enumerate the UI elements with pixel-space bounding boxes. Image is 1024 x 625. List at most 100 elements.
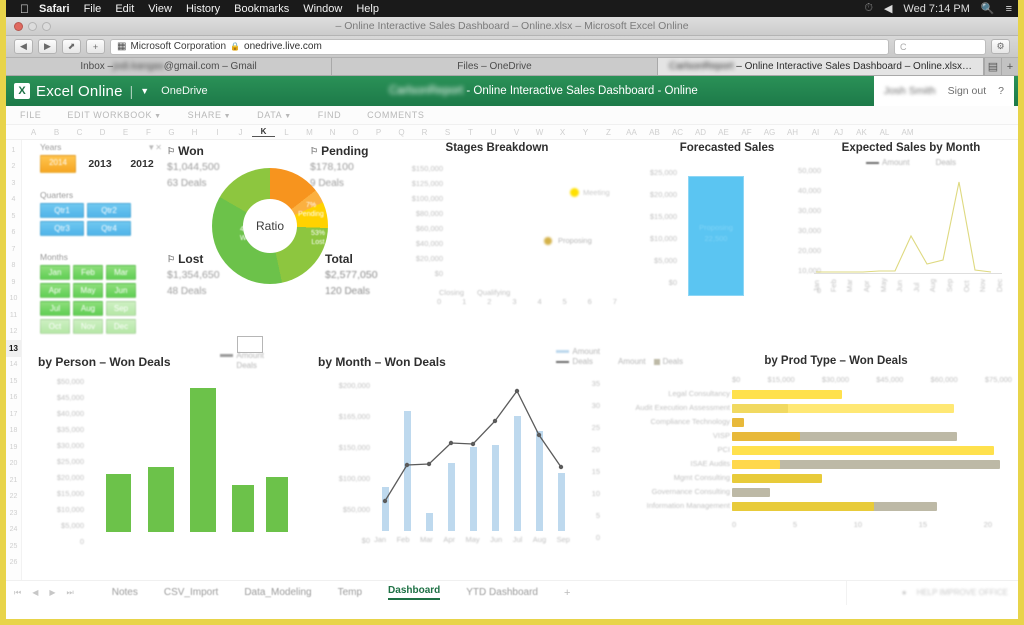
add-sheet-button[interactable]: + xyxy=(564,587,570,599)
share-icon[interactable]: ⬈ xyxy=(62,39,81,54)
slicer-month-jan[interactable]: Jan xyxy=(40,265,70,280)
slicer-qtr4[interactable]: Qtr4 xyxy=(87,221,131,236)
slicer-year-2013[interactable]: 2013 xyxy=(82,155,118,173)
sheet-nav-buttons[interactable]: ⏮ ◀ ▶ ⏭ xyxy=(14,588,74,598)
bar-person-1[interactable] xyxy=(106,474,131,532)
row-13-selected[interactable]: 13 xyxy=(6,340,21,357)
col-G[interactable]: G xyxy=(160,128,183,137)
slicer-month-aug[interactable]: Aug xyxy=(73,301,103,316)
col-X[interactable]: X xyxy=(551,128,574,137)
bar-amount-mgmt[interactable] xyxy=(732,474,822,483)
spotlight-search-icon[interactable]: 🔍 xyxy=(981,2,995,15)
row-18[interactable]: 18 xyxy=(6,423,21,440)
col-E[interactable]: E xyxy=(114,128,137,137)
row-19[interactable]: 19 xyxy=(6,439,21,456)
row-14[interactable]: 14 xyxy=(6,357,21,374)
bar-person-2[interactable] xyxy=(148,467,174,532)
apple-menu-icon[interactable]:  xyxy=(20,2,29,16)
first-sheet-icon[interactable]: ⏮ xyxy=(14,588,21,598)
slicer-month-nov[interactable]: Nov xyxy=(73,319,103,334)
slicer-qtr3[interactable]: Qtr3 xyxy=(40,221,84,236)
sheet-tab-temp[interactable]: Temp xyxy=(338,587,362,598)
col-AE[interactable]: AE xyxy=(712,128,735,137)
col-W[interactable]: W xyxy=(528,128,551,137)
next-sheet-icon[interactable]: ▶ xyxy=(49,588,55,598)
col-Z[interactable]: Z xyxy=(597,128,620,137)
chart-forecasted-sales[interactable]: Forecasted Sales $25,000 $20,000 $15,000… xyxy=(637,142,821,317)
menu-safari[interactable]: Safari xyxy=(39,3,70,15)
slicer-month-feb[interactable]: Feb xyxy=(73,265,103,280)
search-input[interactable]: C xyxy=(894,38,986,55)
menu-file[interactable]: File xyxy=(84,3,102,15)
forward-button[interactable]: ▶ xyxy=(38,39,57,54)
row-9[interactable]: 9 xyxy=(6,274,21,291)
window-traffic-lights[interactable] xyxy=(14,21,51,31)
slicer-year-2014[interactable]: 2014 xyxy=(40,155,76,173)
menu-edit[interactable]: Edit xyxy=(115,3,134,15)
col-J[interactable]: J xyxy=(229,128,252,137)
slicer-qtr2[interactable]: Qtr2 xyxy=(87,203,131,218)
sheet-tab-ytd-dashboard[interactable]: YTD Dashboard xyxy=(466,587,538,598)
slicer-quarters[interactable]: Quarters Qtr1 Qtr2 Qtr3 Qtr4 xyxy=(40,190,144,236)
col-Y[interactable]: Y xyxy=(574,128,597,137)
ribbon-tab-data[interactable]: DATA ▼ xyxy=(257,110,292,120)
row-15[interactable]: 15 xyxy=(6,373,21,390)
col-AL[interactable]: AL xyxy=(873,128,896,137)
new-tab-button[interactable]: + xyxy=(86,39,105,54)
help-improve-office-link[interactable]: HELP IMPROVE OFFICE xyxy=(917,588,1008,597)
bar-person-5[interactable] xyxy=(266,477,288,532)
col-P[interactable]: P xyxy=(367,128,390,137)
row-6[interactable]: 6 xyxy=(6,225,21,242)
row-20[interactable]: 20 xyxy=(6,456,21,473)
minimize-icon[interactable] xyxy=(28,21,37,31)
col-AF[interactable]: AF xyxy=(735,128,758,137)
row-24[interactable]: 24 xyxy=(6,522,21,539)
ribbon-tab-comments[interactable]: COMMENTS xyxy=(367,110,424,120)
slicer-month-sep[interactable]: Sep xyxy=(106,301,136,316)
col-AG[interactable]: AG xyxy=(758,128,781,137)
last-sheet-icon[interactable]: ⏭ xyxy=(67,588,74,598)
col-AB[interactable]: AB xyxy=(643,128,666,137)
row-8[interactable]: 8 xyxy=(6,258,21,275)
volume-icon[interactable]: ◀ xyxy=(884,2,892,15)
bar-deals-governance[interactable] xyxy=(732,488,770,497)
chart-stages-breakdown[interactable]: Stages Breakdown $150,000 $125,000 $100,… xyxy=(377,142,617,317)
col-O[interactable]: O xyxy=(344,128,367,137)
menu-bookmarks[interactable]: Bookmarks xyxy=(234,3,289,15)
row-10[interactable]: 10 xyxy=(6,291,21,308)
time-machine-icon[interactable]: ⏱ xyxy=(864,2,873,15)
col-M[interactable]: M xyxy=(298,128,321,137)
slicer-months[interactable]: Months Jan Feb Mar Apr May Jun Jul Aug S… xyxy=(40,252,144,334)
col-B[interactable]: B xyxy=(45,128,68,137)
notification-center-icon[interactable]: ≡ xyxy=(1006,3,1012,15)
row-23[interactable]: 23 xyxy=(6,505,21,522)
bar-amount-isae[interactable] xyxy=(732,460,780,469)
won-lost-ratio-donut-chart[interactable]: Ratio 40% Won 7% Pending 53% Lost xyxy=(212,168,328,284)
row-16[interactable]: 16 xyxy=(6,390,21,407)
browser-tab-gmail[interactable]: Inbox – jodi.kangas @gmail.com – Gmail xyxy=(6,58,332,75)
sheet-tab-notes[interactable]: Notes xyxy=(112,587,138,598)
row-11[interactable]: 11 xyxy=(6,307,21,324)
bar-person-3[interactable] xyxy=(190,388,216,532)
bar-amount-pci[interactable] xyxy=(732,446,994,455)
ribbon-tab-edit-workbook[interactable]: EDIT WORKBOOK ▼ xyxy=(67,110,161,120)
user-name[interactable]: Josh Smith xyxy=(884,85,936,97)
ribbon-tab-file[interactable]: FILE xyxy=(20,110,41,120)
menu-window[interactable]: Window xyxy=(303,3,342,15)
new-tab-icon[interactable]: + xyxy=(1001,58,1018,75)
scatter-point-proposing[interactable]: Proposing xyxy=(544,236,592,245)
address-bar[interactable]: ▦ Microsoft Corporation 🔒 onedrive.live.… xyxy=(110,38,889,55)
bar-person-4[interactable] xyxy=(232,485,254,532)
filter-clear-icon[interactable]: ▼✕ xyxy=(147,143,162,152)
menu-help[interactable]: Help xyxy=(356,3,379,15)
chevron-down-icon[interactable]: ▼ xyxy=(140,86,149,96)
maximize-icon[interactable] xyxy=(42,21,51,31)
row-2[interactable]: 2 xyxy=(6,159,21,176)
col-D[interactable]: D xyxy=(91,128,114,137)
back-button[interactable]: ◀ xyxy=(14,39,33,54)
slicer-month-oct[interactable]: Oct xyxy=(40,319,70,334)
col-I[interactable]: I xyxy=(206,128,229,137)
row-3[interactable]: 3 xyxy=(6,175,21,192)
row-4[interactable]: 4 xyxy=(6,192,21,209)
bar-amount-legal[interactable] xyxy=(732,390,842,399)
